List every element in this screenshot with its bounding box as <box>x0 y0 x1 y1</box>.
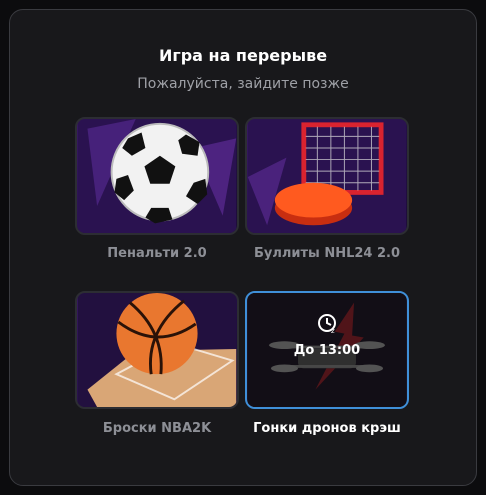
game-label-drone-racing[interactable]: Гонки дронов крэш <box>242 421 412 436</box>
clock-icon: z <box>318 314 336 335</box>
game-label-hockey[interactable]: Буллиты NHL24 2.0 <box>242 246 412 261</box>
svg-text:z: z <box>331 327 335 335</box>
basketball-icon <box>77 293 237 407</box>
hockey-goal-icon <box>247 119 407 233</box>
game-card-penalty[interactable] <box>75 117 239 235</box>
game-card-drone-racing[interactable]: z До 13:00 <box>245 291 409 409</box>
modal-title: Игра на перерыве <box>158 46 328 65</box>
game-label-penalty[interactable]: Пенальти 2.0 <box>72 246 242 261</box>
availability-timer: До 13:00 <box>293 343 361 358</box>
game-label-basketball[interactable]: Броски NBA2K <box>72 421 242 436</box>
game-card-basketball[interactable] <box>75 291 239 409</box>
game-card-hockey[interactable] <box>245 117 409 235</box>
modal-subtitle: Пожалуйста, зайдите позже <box>137 76 349 92</box>
soccer-ball-icon <box>77 119 237 233</box>
